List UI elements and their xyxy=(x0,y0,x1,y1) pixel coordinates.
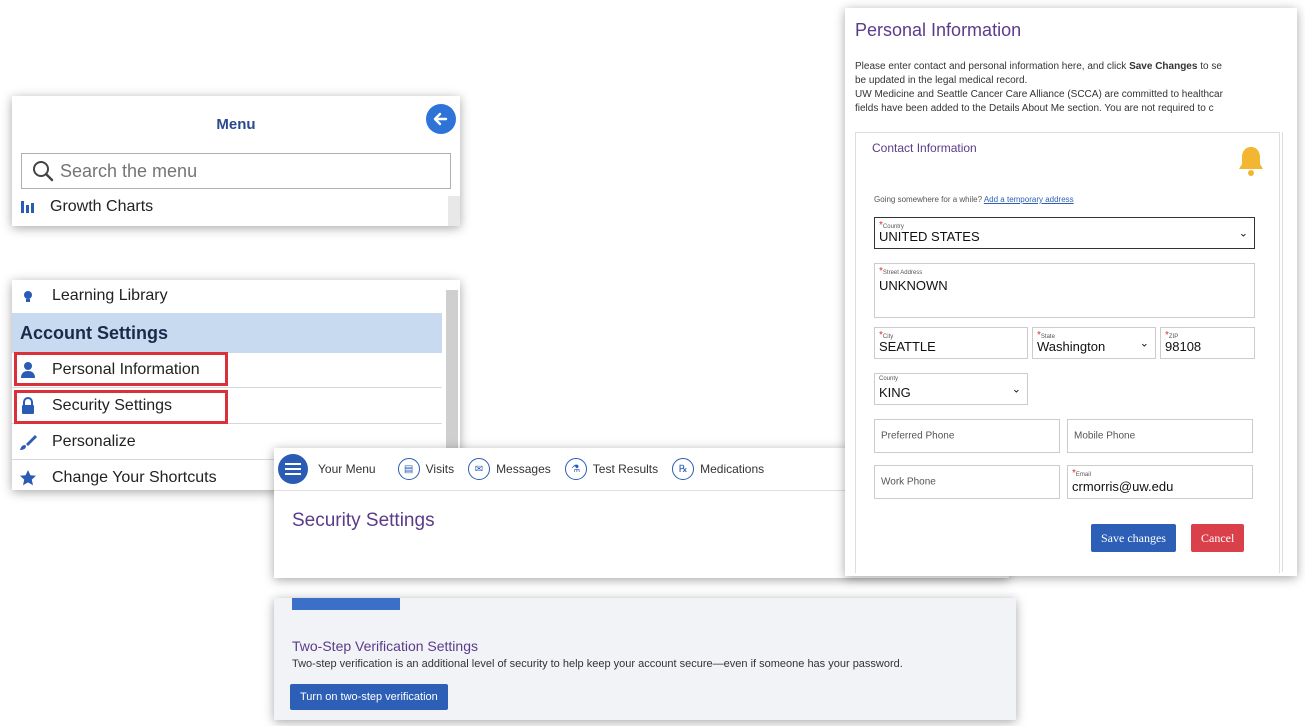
chevron-down-icon: ⌄ xyxy=(1139,337,1149,350)
nav-label: Medications xyxy=(700,462,765,476)
menu-item-label: Personalize xyxy=(52,432,136,450)
going-text: Going somewhere for a while? xyxy=(874,195,984,204)
page-title: Personal Information xyxy=(855,20,1022,40)
state-value: Washington xyxy=(1037,339,1106,354)
intro-line-4: fields have been added to the Details Ab… xyxy=(855,103,1214,114)
pill-icon: ℞ xyxy=(672,458,695,480)
hamburger-icon[interactable] xyxy=(278,454,308,484)
state-select[interactable]: *State Washington ⌄ xyxy=(1032,327,1156,359)
preferred-phone-field[interactable]: Preferred Phone xyxy=(874,419,1060,453)
work-phone-field[interactable]: Work Phone xyxy=(874,465,1060,499)
street-address-field[interactable]: *Street Address UNKNOWN xyxy=(874,263,1255,318)
nav-label: Test Results xyxy=(592,462,659,476)
menu-item-growth-charts[interactable]: Growth Charts xyxy=(20,198,153,216)
nav-label: Messages xyxy=(496,462,551,476)
section-title: Contact Information xyxy=(872,141,977,155)
preferred-phone-placeholder: Preferred Phone xyxy=(881,430,955,442)
calendar-icon: ▤ xyxy=(397,458,420,480)
temporary-address-prompt: Going somewhere for a while? Add a tempo… xyxy=(874,195,1074,204)
save-changes-button[interactable]: Save changes xyxy=(1091,524,1176,552)
two-step-description: Two-step verification is an additional l… xyxy=(292,658,903,670)
star-icon xyxy=(18,468,38,488)
turn-on-two-step-button[interactable]: Turn on two-step verification xyxy=(290,684,448,710)
page-title: Security Settings xyxy=(292,510,435,531)
zip-value: 98108 xyxy=(1165,339,1202,354)
street-value: UNKNOWN xyxy=(879,278,948,293)
nav-your-menu[interactable]: Your Menu xyxy=(318,462,376,476)
add-temporary-address-link[interactable]: Add a temporary address xyxy=(984,195,1074,204)
street-label: *Street Address xyxy=(879,266,923,277)
email-field[interactable]: *Email crmorris@uw.edu xyxy=(1067,465,1253,499)
intro-line-3: UW Medicine and Seattle Cancer Care Alli… xyxy=(855,89,1223,100)
intro-text-c: to se xyxy=(1197,61,1222,72)
highlight-personal-information xyxy=(14,352,228,386)
search-icon xyxy=(33,161,54,182)
chevron-down-icon: ⌄ xyxy=(1238,227,1248,240)
cancel-button[interactable]: Cancel xyxy=(1191,524,1245,552)
lightbulb-icon xyxy=(18,286,38,306)
menu-search-box[interactable] xyxy=(21,153,451,189)
county-select[interactable]: County KING ⌄ xyxy=(874,373,1028,405)
personal-information-panel: Personal Information Please enter contac… xyxy=(845,8,1297,576)
decorative-banner xyxy=(292,598,400,610)
scrollbar[interactable] xyxy=(448,196,460,226)
bell-icon xyxy=(1239,147,1263,176)
label-text: Street Address xyxy=(882,270,923,276)
nav-messages[interactable]: ✉ Messages xyxy=(468,458,551,480)
adjacent-column xyxy=(1282,132,1297,572)
highlight-security-settings xyxy=(14,390,228,424)
country-select[interactable]: *Country UNITED STATES ⌄ xyxy=(874,217,1255,249)
section-account-settings: Account Settings xyxy=(12,313,442,353)
menu-panel: Menu Growth Charts xyxy=(12,96,460,226)
menu-item-label: Growth Charts xyxy=(50,198,154,215)
mobile-phone-placeholder: Mobile Phone xyxy=(1074,430,1136,442)
work-phone-placeholder: Work Phone xyxy=(881,476,936,488)
menu-title: Menu xyxy=(216,116,256,133)
nav-medications[interactable]: ℞ Medications xyxy=(672,458,764,480)
email-label: *Email xyxy=(1072,468,1091,479)
mobile-phone-field[interactable]: Mobile Phone xyxy=(1067,419,1253,453)
nav-test-results[interactable]: ⚗ Test Results xyxy=(564,458,659,480)
brush-icon xyxy=(18,432,38,452)
menu-item-label: Change Your Shortcuts xyxy=(52,469,217,486)
back-arrow-icon[interactable] xyxy=(426,104,456,134)
two-step-title: Two-Step Verification Settings xyxy=(292,638,478,654)
city-field[interactable]: *City SEATTLE xyxy=(874,327,1028,359)
nav-visits[interactable]: ▤ Visits xyxy=(397,458,455,480)
growth-chart-icon xyxy=(21,201,34,213)
intro-save-bold: Save Changes xyxy=(1129,61,1198,72)
county-label: County xyxy=(879,376,899,382)
flask-icon: ⚗ xyxy=(564,458,587,480)
intro-text-a: Please enter contact and personal inform… xyxy=(855,61,1130,72)
city-value: SEATTLE xyxy=(879,339,936,354)
menu-item-learning-library[interactable]: Learning Library xyxy=(12,280,442,314)
intro-line-2: be updated in the legal medical record. xyxy=(855,75,1028,86)
menu-search-input[interactable] xyxy=(58,159,442,183)
chevron-down-icon: ⌄ xyxy=(1011,383,1021,396)
email-value: crmorris@uw.edu xyxy=(1072,479,1174,494)
two-step-panel: Two-Step Verification Settings Two-step … xyxy=(274,598,1016,720)
nav-label: Visits xyxy=(425,462,455,476)
menu-item-label: Learning Library xyxy=(52,286,168,304)
intro-text: Please enter contact and personal inform… xyxy=(855,60,1297,116)
zip-field[interactable]: *ZIP 98108 xyxy=(1160,327,1255,359)
label-text: Email xyxy=(1075,472,1091,478)
contact-information-section: Contact Information Going somewhere for … xyxy=(855,132,1280,573)
envelope-icon: ✉ xyxy=(468,458,491,480)
county-value: KING xyxy=(879,385,911,400)
country-value: UNITED STATES xyxy=(879,229,980,244)
